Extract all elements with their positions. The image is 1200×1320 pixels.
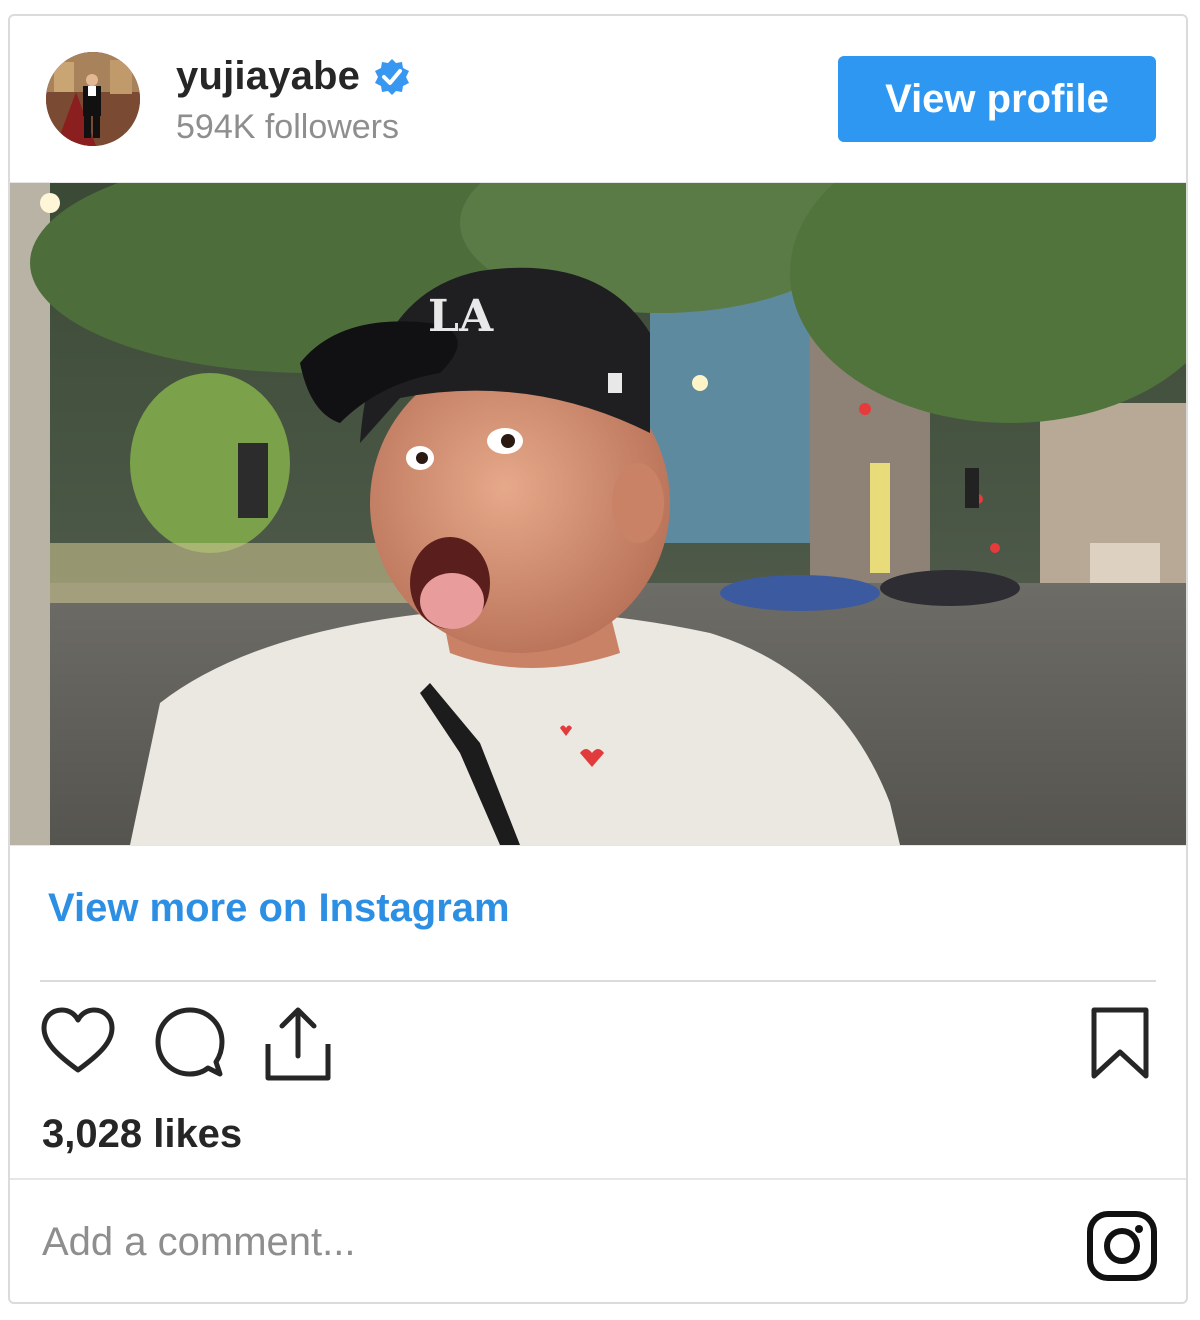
follower-count: 594K followers (176, 108, 400, 146)
post-video[interactable]: LA (10, 182, 1186, 846)
verified-badge-icon (372, 57, 412, 97)
like-count: 3,028 likes (42, 1112, 243, 1156)
divider (40, 980, 1156, 982)
share-icon[interactable] (264, 1006, 332, 1087)
action-bar (10, 1006, 1186, 1086)
post-header: yujiayabe 594K followers View profile (10, 16, 1186, 182)
avatar[interactable] (46, 52, 140, 146)
comment-input[interactable] (42, 1220, 742, 1265)
comment-bubble-icon[interactable] (154, 1006, 226, 1083)
username-row: yujiayabe (176, 54, 412, 99)
divider (10, 1178, 1186, 1180)
instagram-logo-icon[interactable] (1086, 1210, 1158, 1287)
view-profile-button[interactable]: View profile (838, 56, 1156, 142)
username[interactable]: yujiayabe (176, 54, 360, 99)
instagram-embed-card: yujiayabe 594K followers View profile LA… (8, 14, 1188, 1304)
view-more-link[interactable]: View more on Instagram (48, 886, 510, 931)
svg-text:LA: LA (428, 291, 494, 342)
heart-icon[interactable] (40, 1006, 116, 1081)
bookmark-icon[interactable] (1090, 1006, 1150, 1087)
